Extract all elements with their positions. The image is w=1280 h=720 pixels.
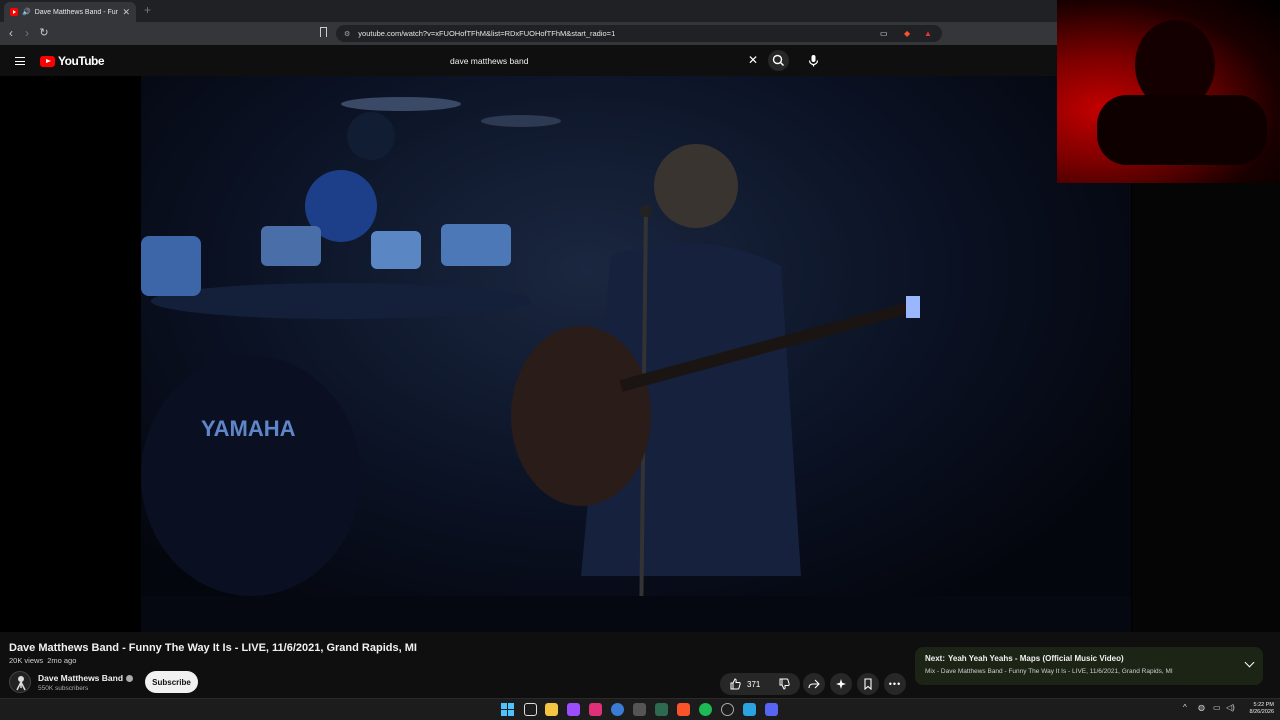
network-icon[interactable]: ▭ xyxy=(1213,703,1221,712)
browser-tab-strip: 🔊 Dave Matthews Band - Funny ✕ + xyxy=(0,0,1057,22)
search-input[interactable]: dave matthews band xyxy=(440,50,767,71)
up-next-mix: Mix - Dave Matthews Band - Funny The Way… xyxy=(925,668,1173,675)
app-icon[interactable] xyxy=(567,703,580,716)
brave-rewards-icon[interactable]: ▲ xyxy=(924,25,932,42)
up-next-prefix: Next: xyxy=(925,654,946,663)
volume-icon[interactable]: ◁) xyxy=(1226,703,1235,712)
more-icon: ••• xyxy=(888,679,902,689)
view-count: 20K views xyxy=(9,656,44,665)
address-bar[interactable]: ⚙ youtube.com/watch?v=xFUOHofTFhM&list=R… xyxy=(336,25,942,42)
app-icon[interactable] xyxy=(589,703,602,716)
video-title: Dave Matthews Band - Funny The Way It Is… xyxy=(9,642,417,654)
reload-icon[interactable]: ↻ xyxy=(37,26,51,40)
browser-tab[interactable]: 🔊 Dave Matthews Band - Funny ✕ xyxy=(4,2,136,22)
webcam-person xyxy=(1097,20,1267,165)
voice-search-button[interactable] xyxy=(803,50,824,71)
guitar-body xyxy=(511,326,651,506)
clear-search-icon[interactable]: ✕ xyxy=(748,54,758,66)
tray-mic-icon[interactable]: ◍ xyxy=(1198,703,1205,712)
app-icon[interactable] xyxy=(611,703,624,716)
drum xyxy=(261,226,321,266)
share-icon xyxy=(808,679,820,689)
verified-icon xyxy=(126,674,134,682)
singer-head xyxy=(654,144,738,228)
video-meta: 20K views 2mo ago xyxy=(9,656,76,665)
stage-floor xyxy=(141,596,1131,632)
clock-time: 5:22 PM xyxy=(1253,702,1274,708)
like-icon[interactable] xyxy=(729,678,741,690)
telegram-icon[interactable] xyxy=(743,703,756,716)
search-icon xyxy=(772,54,784,66)
url-text: youtube.com/watch?v=xFUOHofTFhM&list=RDx… xyxy=(358,29,616,38)
file-explorer-icon[interactable] xyxy=(545,703,558,716)
youtube-play-icon xyxy=(40,55,55,67)
drummer-head xyxy=(347,112,395,160)
like-count[interactable]: 371 xyxy=(747,680,760,689)
tray-chevron-icon[interactable]: ^ xyxy=(1183,703,1187,712)
speaker-icon: 🔊 xyxy=(22,9,31,16)
save-icon xyxy=(864,678,872,690)
system-clock[interactable]: 5:22 PM 8/26/2026 xyxy=(1240,702,1274,716)
youtube-logo[interactable]: YouTube xyxy=(40,54,105,68)
youtube-favicon-icon xyxy=(10,8,18,16)
new-tab-icon[interactable]: + xyxy=(144,3,151,17)
drum xyxy=(371,231,421,269)
yamaha-logo-text: YAMAHA xyxy=(201,416,296,441)
dislike-icon xyxy=(779,678,790,690)
upload-age: 2mo ago xyxy=(47,656,77,665)
clock-date: 8/26/2026 xyxy=(1249,709,1274,715)
tab-title: Dave Matthews Band - Funny xyxy=(34,8,119,16)
channel-name-text: Dave Matthews Band xyxy=(38,673,124,683)
drum xyxy=(141,236,201,296)
cymbal xyxy=(481,115,561,127)
video-player[interactable]: YAMAHA xyxy=(0,76,1132,632)
screen: 🔊 Dave Matthews Band - Funny ✕ + ‹ › ↻ ⚙… xyxy=(0,0,1280,720)
spotify-icon[interactable] xyxy=(699,703,712,716)
dislike-button[interactable] xyxy=(773,673,795,695)
subscriber-count: 550K subscribers xyxy=(38,685,89,692)
close-tab-icon[interactable]: ✕ xyxy=(122,7,130,18)
menu-icon[interactable] xyxy=(15,57,25,65)
brave-browser-icon[interactable] xyxy=(677,703,690,716)
guitar-headstock xyxy=(906,296,920,318)
youtube-header: YouTube dave matthews band ✕ xyxy=(0,45,1057,76)
save-button[interactable] xyxy=(857,673,879,695)
more-actions-button[interactable]: ••• xyxy=(884,673,906,695)
app-icon[interactable] xyxy=(721,703,734,716)
bass-drum xyxy=(141,356,361,596)
terminal-icon[interactable] xyxy=(655,703,668,716)
drum-riser xyxy=(151,283,531,319)
task-view-icon[interactable] xyxy=(524,703,537,716)
drum xyxy=(441,224,511,266)
search-button[interactable] xyxy=(768,50,789,71)
ask-ai-button[interactable] xyxy=(830,673,852,695)
sparkle-icon xyxy=(836,679,846,689)
discord-icon[interactable] xyxy=(765,703,778,716)
brave-shield-icon[interactable]: ◆ xyxy=(904,25,910,42)
concert-scene: YAMAHA xyxy=(141,97,1131,632)
back-icon[interactable]: ‹ xyxy=(4,26,18,40)
windows-taskbar: ^ ◍ ▭ ◁) 5:22 PM 8/26/2026 xyxy=(0,698,1280,720)
up-next-card[interactable]: Next: Yeah Yeah Yeahs - Maps (Official M… xyxy=(915,647,1263,685)
microphone xyxy=(640,205,652,217)
subscribe-button[interactable]: Subscribe xyxy=(145,671,198,693)
browser-toolbar: ‹ › ↻ ⚙ youtube.com/watch?v=xFUOHofTFhM&… xyxy=(0,22,1057,45)
bookmark-icon[interactable] xyxy=(320,27,327,37)
cymbal xyxy=(341,97,461,111)
channel-name[interactable]: Dave Matthews Band xyxy=(38,673,134,683)
video-frame: YAMAHA xyxy=(141,76,1131,632)
youtube-logo-text: YouTube xyxy=(58,54,105,68)
site-info-icon[interactable]: ⚙ xyxy=(344,30,350,38)
webcam-overlay xyxy=(1057,0,1280,183)
microphone-icon xyxy=(808,55,819,67)
channel-avatar[interactable] xyxy=(9,671,31,693)
up-next-title: Yeah Yeah Yeahs - Maps (Official Music V… xyxy=(948,654,1124,663)
app-icon[interactable] xyxy=(633,703,646,716)
forward-icon[interactable]: › xyxy=(20,26,34,40)
share-button[interactable] xyxy=(803,673,825,695)
cast-icon[interactable]: ▭ xyxy=(880,25,888,42)
start-icon[interactable] xyxy=(501,703,514,716)
up-next-heading: Next: Yeah Yeah Yeahs - Maps (Official M… xyxy=(925,654,1253,663)
